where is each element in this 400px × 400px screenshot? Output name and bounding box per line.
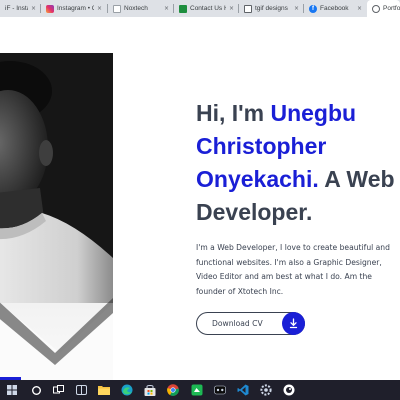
close-icon[interactable]: ×: [164, 5, 173, 12]
download-cv-button[interactable]: Download CV: [196, 312, 305, 335]
file-explorer-icon[interactable]: [97, 383, 111, 397]
tab-title: tgif designs: [255, 5, 288, 12]
close-icon[interactable]: ×: [294, 5, 303, 12]
intro-line: functional websites. I'm also a Graphic …: [196, 257, 382, 267]
settings-icon[interactable]: [259, 383, 273, 397]
browser-tab-active[interactable]: Portfoli: [367, 0, 400, 17]
browser-tab-1[interactable]: iF - Instagra ×: [0, 0, 40, 17]
close-icon[interactable]: ×: [357, 5, 366, 12]
browser-tab-2[interactable]: Instagram • C ×: [41, 0, 106, 17]
greeting-text: Hi, I'm: [196, 100, 265, 126]
tab-title: Facebook: [320, 5, 349, 12]
name-middle: Christopher: [196, 133, 327, 159]
download-cv-label: Download CV: [212, 319, 263, 328]
intro-line: Video Editor and am best at what I do. A…: [196, 272, 372, 281]
edge-icon[interactable]: [120, 383, 134, 397]
tab-title: Portfoli: [383, 5, 400, 12]
browser-tab-strip: iF - Instagra × Instagram • C × Noxtech …: [0, 0, 400, 17]
ms-store-icon[interactable]: [143, 383, 157, 397]
intro-paragraph: I'm a Web Developer, I love to create be…: [196, 241, 400, 299]
xbox-icon[interactable]: [213, 383, 227, 397]
headline-line-3: Onyekachi. A Web: [196, 163, 400, 196]
globe-icon: [372, 4, 380, 13]
search-icon[interactable]: [29, 383, 43, 397]
intro-line: founder of Xtotech Inc.: [196, 286, 284, 296]
browser-tab-4[interactable]: Contact Us H ×: [174, 0, 238, 17]
hero-headline: Hi, I'm Unegbu Christopher Onyekachi. A …: [196, 97, 400, 229]
chrome-icon[interactable]: [166, 383, 180, 397]
close-icon[interactable]: ×: [31, 5, 40, 12]
download-icon: [282, 312, 305, 335]
browser-tab-6[interactable]: f Facebook ×: [304, 0, 366, 17]
contact-icon: [179, 4, 187, 13]
intro-line: I'm a Web Developer, I love to create be…: [196, 243, 390, 252]
headline-line-1: Hi, I'm Unegbu: [196, 97, 400, 130]
start-icon[interactable]: [5, 383, 19, 397]
browser-tab-5[interactable]: tgif designs ×: [239, 0, 303, 17]
name-last: Onyekachi.: [196, 166, 319, 192]
page-icon: [113, 4, 121, 13]
tab-title: Instagram • C: [57, 5, 94, 12]
vscode-icon[interactable]: [236, 383, 250, 397]
portfolio-page: Hi, I'm Unegbu Christopher Onyekachi. A …: [0, 17, 400, 380]
profile-portrait: [0, 53, 113, 380]
tgif-icon: [244, 4, 252, 13]
role-tail-text: Developer.: [196, 199, 313, 225]
instagram-icon: [46, 4, 54, 13]
tab-title: Contact Us H: [190, 5, 226, 12]
photos-icon[interactable]: [190, 383, 204, 397]
browser-icon[interactable]: [282, 383, 296, 397]
name-first: Unegbu: [270, 100, 357, 126]
tab-title: Noxtech: [124, 5, 148, 12]
browser-tab-3[interactable]: Noxtech ×: [108, 0, 173, 17]
close-icon[interactable]: ×: [97, 5, 106, 12]
tab-title: iF - Instagra: [5, 5, 28, 12]
task-view-icon[interactable]: [51, 383, 65, 397]
widgets-icon[interactable]: [74, 383, 88, 397]
taskbar: [0, 380, 400, 400]
close-icon[interactable]: ×: [229, 5, 238, 12]
role-lead-text: A Web: [324, 166, 395, 192]
portrait-illustration: [0, 53, 113, 380]
facebook-icon: f: [309, 4, 317, 13]
